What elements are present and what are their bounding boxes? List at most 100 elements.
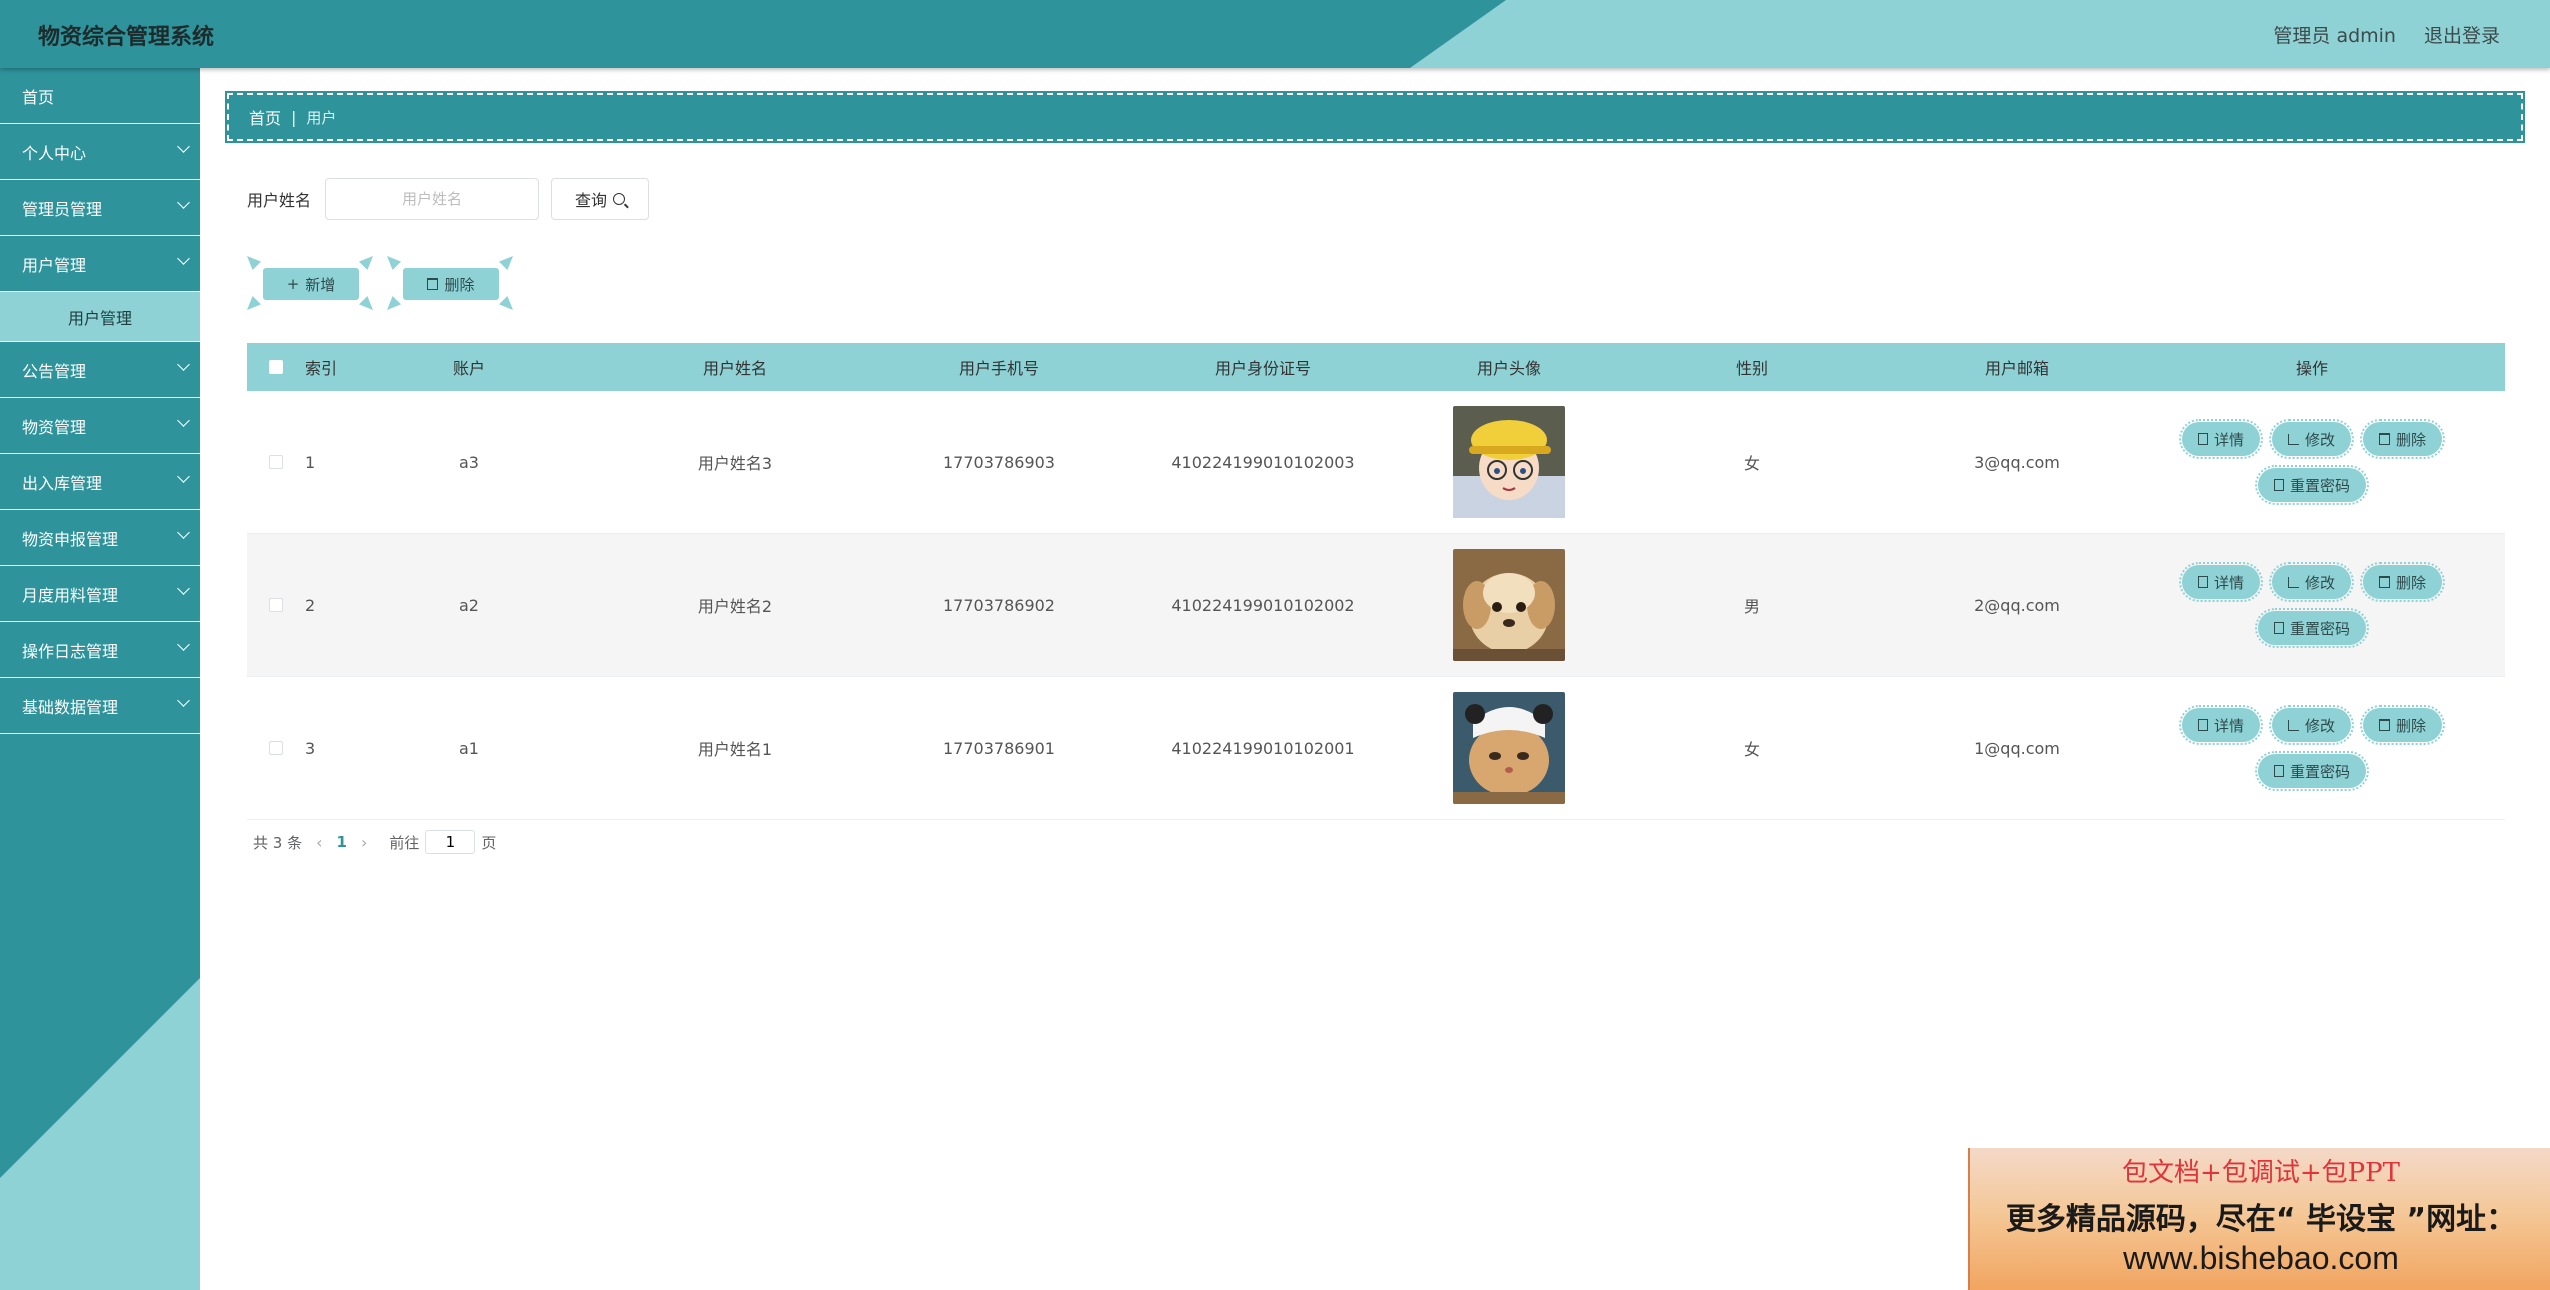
chevron-down-icon bbox=[177, 694, 190, 707]
cell-index: 2 bbox=[305, 595, 316, 615]
page-suffix: 页 bbox=[481, 833, 497, 852]
sidebar-item-home[interactable]: 首页 bbox=[0, 68, 200, 124]
sidebar-subitem-user-management[interactable]: 用户管理 bbox=[0, 292, 200, 342]
search-input[interactable] bbox=[325, 178, 540, 220]
cell-sex: 男 bbox=[1743, 597, 1760, 616]
sidebar-item-basedata[interactable]: 基础数据管理 bbox=[0, 678, 200, 734]
goto-page-input[interactable] bbox=[425, 830, 476, 854]
column-header: 用户手机号 bbox=[958, 359, 1039, 378]
edit-icon bbox=[2287, 433, 2299, 445]
cell-name: 用户姓名2 bbox=[697, 597, 773, 616]
sidebar-item-inout[interactable]: 出入库管理 bbox=[0, 454, 200, 510]
edit-button[interactable]: 修改 bbox=[2268, 419, 2355, 459]
breadcrumb-separator: | bbox=[291, 107, 297, 127]
next-page-icon[interactable]: › bbox=[361, 833, 367, 852]
pagination: 共 3 条 ‹ 1 › 前往 页 bbox=[253, 830, 496, 854]
sidebar-item-logs[interactable]: 操作日志管理 bbox=[0, 622, 200, 678]
sidebar-item-monthly[interactable]: 月度用料管理 bbox=[0, 566, 200, 622]
add-button[interactable]: + 新增 bbox=[247, 256, 373, 310]
ad-line-2: 更多精品源码，尽在“ 毕设宝 ”网址： bbox=[2005, 1202, 2517, 1237]
logout-link[interactable]: 退出登录 bbox=[2424, 21, 2500, 48]
select-all-checkbox[interactable] bbox=[269, 360, 283, 374]
trash-icon bbox=[2379, 576, 2390, 588]
cell-index: 3 bbox=[305, 738, 316, 758]
trash-icon bbox=[2379, 433, 2390, 445]
cell-phone: 17703786902 bbox=[943, 595, 1055, 615]
reset-password-button[interactable]: 重置密码 bbox=[2254, 465, 2370, 505]
cell-account: a1 bbox=[459, 738, 479, 758]
column-header: 用户邮箱 bbox=[1984, 359, 2049, 378]
edit-label: 修改 bbox=[2304, 430, 2335, 449]
delete-button[interactable]: 删除 bbox=[2359, 705, 2446, 745]
cell-email: 2@qq.com bbox=[1974, 595, 2060, 615]
column-header: 操作 bbox=[2295, 359, 2328, 378]
sidebar-item-label: 个人中心 bbox=[22, 143, 87, 163]
goto-label: 前往 bbox=[389, 833, 420, 852]
search-label: 用户姓名 bbox=[247, 191, 312, 210]
delete-button[interactable]: 删除 bbox=[2359, 562, 2446, 602]
puppy-avatar[interactable] bbox=[1453, 549, 1565, 661]
document-icon bbox=[2197, 433, 2208, 445]
cell-sex: 女 bbox=[1743, 454, 1760, 473]
total-count: 共 3 条 bbox=[253, 833, 303, 852]
chevron-down-icon bbox=[177, 414, 190, 427]
detail-button[interactable]: 详情 bbox=[2178, 562, 2263, 602]
document-icon bbox=[2197, 576, 2208, 588]
sidebar-item-requests[interactable]: 物资申报管理 bbox=[0, 510, 200, 566]
cartoon-boy-avatar[interactable] bbox=[1453, 406, 1565, 518]
row-actions: 详情 修改 删除 重置密码 bbox=[2119, 705, 2505, 791]
edit-button[interactable]: 修改 bbox=[2268, 562, 2355, 602]
sidebar-item-users[interactable]: 用户管理 bbox=[0, 236, 200, 292]
cell-id-number: 410224199010102001 bbox=[1171, 738, 1355, 758]
edit-button[interactable]: 修改 bbox=[2268, 705, 2355, 745]
query-button[interactable]: 查询 bbox=[551, 178, 650, 220]
batch-delete-button[interactable]: 删除 bbox=[387, 256, 513, 310]
reset-password-button[interactable]: 重置密码 bbox=[2254, 608, 2370, 648]
row-checkbox[interactable] bbox=[269, 741, 283, 755]
document-icon bbox=[2197, 719, 2208, 731]
chevron-down-icon bbox=[177, 140, 190, 153]
breadcrumb-home[interactable]: 首页 bbox=[249, 105, 281, 129]
edit-label: 修改 bbox=[2304, 573, 2335, 592]
query-button-label: 查询 bbox=[575, 191, 608, 210]
column-header: 用户身份证号 bbox=[1214, 359, 1311, 378]
sidebar-item-profile[interactable]: 个人中心 bbox=[0, 124, 200, 180]
chevron-down-icon bbox=[177, 526, 190, 539]
row-checkbox[interactable] bbox=[269, 598, 283, 612]
reset-password-label: 重置密码 bbox=[2289, 476, 2350, 495]
kitten-avatar[interactable] bbox=[1453, 692, 1565, 804]
column-header: 用户姓名 bbox=[702, 359, 767, 378]
sidebar-item-label: 基础数据管理 bbox=[22, 697, 119, 717]
action-toolbar: + 新增 删除 bbox=[247, 256, 513, 310]
prev-page-icon[interactable]: ‹ bbox=[316, 833, 322, 852]
ad-banner[interactable]: 包文档+包调试+包PPT 更多精品源码，尽在“ 毕设宝 ”网址： www.bis… bbox=[1968, 1148, 2550, 1290]
detail-label: 详情 bbox=[2213, 430, 2244, 449]
delete-label: 删除 bbox=[2396, 430, 2427, 449]
trash-icon bbox=[2379, 719, 2390, 731]
detail-button[interactable]: 详情 bbox=[2178, 419, 2263, 459]
app-title: 物资综合管理系统 bbox=[38, 25, 215, 50]
ad-line-1: 包文档+包调试+包PPT bbox=[2122, 1158, 2400, 1188]
delete-button[interactable]: 删除 bbox=[2359, 419, 2446, 459]
edit-icon bbox=[2287, 719, 2299, 731]
edit-label: 修改 bbox=[2304, 716, 2335, 735]
sidebar-item-label: 公告管理 bbox=[22, 361, 87, 381]
goto-page: 前往 页 bbox=[389, 830, 496, 854]
reset-password-button[interactable]: 重置密码 bbox=[2254, 751, 2370, 791]
sidebar-item-label: 操作日志管理 bbox=[22, 641, 119, 661]
chevron-down-icon bbox=[177, 470, 190, 483]
detail-button[interactable]: 详情 bbox=[2178, 705, 2263, 745]
row-checkbox[interactable] bbox=[269, 455, 283, 469]
page-number[interactable]: 1 bbox=[337, 833, 347, 851]
top-header: 物资综合管理系统 管理员 admin 退出登录 bbox=[0, 0, 2550, 68]
cell-id-number: 410224199010102002 bbox=[1171, 595, 1355, 615]
row-actions: 详情 修改 删除 重置密码 bbox=[2119, 562, 2505, 648]
sidebar-item-notices[interactable]: 公告管理 bbox=[0, 342, 200, 398]
document-icon bbox=[2273, 479, 2284, 491]
cell-id-number: 410224199010102003 bbox=[1171, 452, 1355, 472]
cell-name: 用户姓名3 bbox=[697, 454, 773, 473]
sidebar-item-materials[interactable]: 物资管理 bbox=[0, 398, 200, 454]
delete-label: 删除 bbox=[2396, 716, 2427, 735]
sidebar-item-admins[interactable]: 管理员管理 bbox=[0, 180, 200, 236]
sidebar-item-label: 首页 bbox=[22, 87, 55, 107]
